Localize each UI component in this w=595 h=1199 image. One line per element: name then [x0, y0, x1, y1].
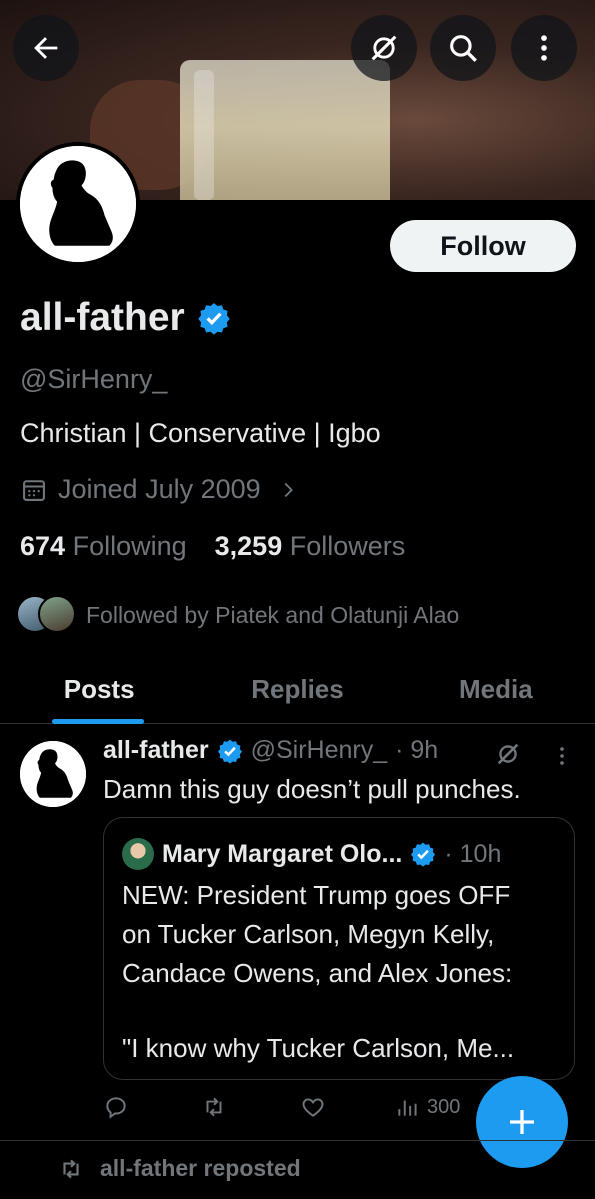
- followers-link[interactable]: 3,259 Followers: [215, 531, 406, 562]
- repost-button[interactable]: [201, 1094, 227, 1120]
- repost-indicator: all-father reposted: [58, 1155, 301, 1182]
- quoted-post-header: Mary Margaret Olo... · 10h: [122, 838, 501, 870]
- search-button[interactable]: [430, 15, 496, 81]
- repost-icon: [206, 1097, 222, 1117]
- tab-media[interactable]: Media: [397, 662, 595, 723]
- back-button[interactable]: [13, 15, 79, 81]
- chevron-right-icon: [284, 482, 293, 497]
- verified-badge-icon[interactable]: [197, 301, 231, 335]
- plus-icon: [510, 1110, 534, 1134]
- avatar-silhouette-icon: [20, 146, 136, 262]
- following-link[interactable]: 674 Following: [20, 531, 187, 562]
- follow-stats: 674 Following 3,259 Followers: [20, 531, 405, 562]
- profile-bio: Christian | Conservative | Igbo: [20, 418, 381, 448]
- followers-label: Followers: [289, 531, 406, 561]
- follower-avatar: [38, 595, 76, 633]
- banner-glass-shape: [180, 60, 390, 200]
- grok-icon: [371, 35, 397, 61]
- post-divider: [0, 1140, 595, 1141]
- compose-post-button[interactable]: [476, 1076, 568, 1168]
- joined-date: Joined July 2009: [58, 474, 261, 504]
- repost-icon: [63, 1159, 79, 1178]
- views-button[interactable]: 300: [395, 1094, 460, 1120]
- joined-row[interactable]: Joined July 2009: [20, 474, 299, 505]
- avatar-silhouette-icon: [20, 741, 86, 807]
- search-icon: [450, 35, 477, 62]
- more-vertical-icon[interactable]: [550, 742, 574, 770]
- quoted-text-line: on Tucker Carlson, Megyn Kelly,: [122, 919, 495, 949]
- views-icon: [398, 1100, 417, 1116]
- grok-button[interactable]: [351, 15, 417, 81]
- verified-badge-icon: [411, 842, 436, 867]
- more-vertical-icon: [541, 35, 547, 61]
- profile-avatar[interactable]: [16, 142, 140, 266]
- tab-replies[interactable]: Replies: [198, 662, 396, 723]
- post-avatar[interactable]: [20, 741, 86, 807]
- profile-handle: @SirHenry_: [20, 364, 168, 394]
- reply-icon: [106, 1097, 126, 1119]
- followed-by-text: Followed by Piatek and Olatunji Alao: [86, 601, 460, 628]
- post-actions: 300: [103, 1094, 463, 1128]
- follow-button[interactable]: Follow: [390, 220, 576, 272]
- back-arrow-icon: [34, 37, 58, 59]
- followed-by-row[interactable]: Followed by Piatek and Olatunji Alao: [16, 595, 459, 635]
- quoted-time: · 10h: [444, 839, 502, 868]
- grok-icon[interactable]: [494, 740, 522, 768]
- quoted-text-line: NEW: President Trump goes OFF: [122, 880, 511, 910]
- post-handle[interactable]: @SirHenry_: [251, 736, 388, 765]
- quoted-author-avatar: [122, 838, 154, 870]
- post-time: · 9h: [395, 736, 439, 764]
- profile-name-row: all-father: [20, 296, 231, 340]
- post-author[interactable]: all-father: [103, 736, 209, 765]
- quoted-text-line: Candace Owens, and Alex Jones:: [122, 958, 513, 988]
- more-options-button[interactable]: [511, 15, 577, 81]
- post-text: Damn this guy doesn’t pull punches.: [103, 774, 521, 804]
- quoted-post[interactable]: Mary Margaret Olo... · 10h NEW: Presiden…: [103, 817, 575, 1080]
- post-header: all-father @SirHenry_ · 9h: [103, 736, 438, 765]
- like-icon: [302, 1098, 324, 1117]
- like-button[interactable]: [300, 1094, 326, 1120]
- calendar-icon: [23, 479, 45, 501]
- followed-by-avatars: [16, 595, 76, 635]
- repost-text: all-father reposted: [100, 1155, 301, 1181]
- profile-name: all-father: [20, 296, 185, 339]
- quoted-text: NEW: President Trump goes OFF on Tucker …: [122, 876, 562, 1068]
- quoted-author: Mary Margaret Olo...: [162, 839, 403, 868]
- verified-badge-icon: [217, 739, 242, 764]
- views-count: 300: [427, 1095, 461, 1118]
- following-count: 674: [20, 531, 66, 561]
- profile-tabs: Posts Replies Media: [0, 662, 595, 724]
- quoted-text-line: "I know why Tucker Carlson, Me...: [122, 1033, 515, 1063]
- followers-count: 3,259: [214, 531, 283, 561]
- following-label: Following: [72, 531, 187, 561]
- reply-button[interactable]: [103, 1094, 129, 1120]
- tab-posts[interactable]: Posts: [0, 662, 198, 724]
